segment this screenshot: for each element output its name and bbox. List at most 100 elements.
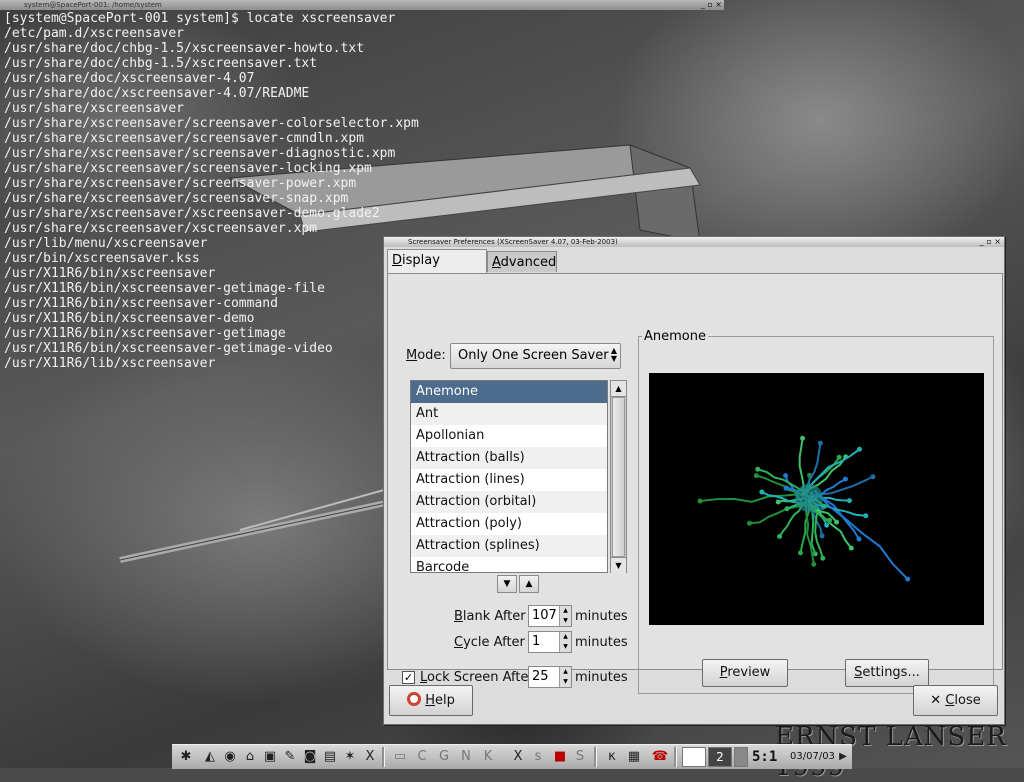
cycle-after-spinner[interactable]: 1 ▲ ▼: [528, 631, 572, 653]
blank-after-unit: minutes: [575, 609, 628, 624]
next-saver-button[interactable]: ▼: [497, 575, 517, 593]
anemone-tip: [783, 473, 789, 479]
anemone-tentacle: [798, 438, 805, 494]
editor-icon[interactable]: ✎: [280, 747, 300, 767]
dialog-titlebar[interactable]: Screensaver Preferences (XScreenSaver 4.…: [384, 237, 1004, 247]
preview-title: Anemone: [642, 329, 708, 344]
list-item[interactable]: Attraction (orbital): [411, 491, 607, 513]
screensaver-preferences-dialog: Screensaver Preferences (XScreenSaver 4.…: [383, 236, 1005, 725]
help-button[interactable]: Help: [389, 685, 473, 716]
blank-after-spinner[interactable]: 107 ▲ ▼: [528, 605, 572, 627]
clock-date[interactable]: 03/07/03: [790, 747, 835, 767]
cycle-after-unit: minutes: [575, 635, 628, 650]
anemone-tip: [824, 522, 830, 528]
anemone-tentacle: [813, 489, 909, 580]
anemone-tip: [819, 533, 825, 539]
phone-icon[interactable]: ☎: [650, 747, 670, 767]
s-task-icon[interactable]: S: [570, 747, 590, 767]
anemone-tip: [905, 576, 911, 582]
star-tool-icon[interactable]: ✶: [340, 747, 360, 767]
terminal-line: /usr/share/xscreensaver/screensaver-colo…: [4, 116, 419, 131]
workspace-3[interactable]: [734, 747, 748, 767]
k-tool-icon[interactable]: κ: [602, 747, 622, 767]
terminal-line: /usr/share/doc/xscreensaver-4.07/README: [4, 86, 310, 101]
monitor-icon[interactable]: ▣: [260, 747, 280, 767]
tab-advanced[interactable]: Advanced: [487, 251, 557, 272]
panel-separator: [382, 747, 385, 767]
list-item[interactable]: Barcode: [411, 557, 607, 572]
lock-screen-value: 25: [532, 669, 549, 684]
terminal-line: /usr/share/doc/xscreensaver-4.07: [4, 71, 255, 86]
blank-after-value: 107: [532, 608, 557, 623]
terminal-line: /usr/share/xscreensaver/xscreensaver.xpm: [4, 221, 318, 236]
scroll-up-icon[interactable]: ▲: [611, 381, 626, 397]
k-task-icon[interactable]: K: [478, 747, 498, 767]
dialog-title: Screensaver Preferences (XScreenSaver 4.…: [408, 238, 618, 246]
folder-task-icon[interactable]: ▭: [390, 747, 410, 767]
list-item[interactable]: Apollonian: [411, 425, 607, 447]
system-task-icon[interactable]: s: [528, 747, 548, 767]
dialog-window-buttons[interactable]: _ ▫ ×: [980, 237, 1001, 247]
anemone-tip: [846, 498, 852, 504]
xterm-task-icon[interactable]: Χ: [508, 747, 528, 767]
spinner-arrows-icon[interactable]: ▲ ▼: [559, 632, 571, 652]
n-task-icon[interactable]: N: [456, 747, 476, 767]
spinner-arrows-icon[interactable]: ▲ ▼: [559, 606, 571, 626]
display-modes-panel: Mode: Only One Screen Saver ▲ ▼ Anemone An…: [387, 273, 1003, 694]
terminal-titlebar[interactable]: system@SpacePort-001: /home/system _ ▫ ×: [0, 0, 724, 10]
anemone-tip: [797, 550, 803, 556]
settings-button[interactable]: Settings...: [845, 659, 929, 687]
anemone-tip: [842, 476, 848, 482]
anemone-tip: [755, 466, 761, 472]
list-item[interactable]: Attraction (balls): [411, 447, 607, 469]
anemone-tip: [812, 551, 818, 557]
preview-button[interactable]: Preview: [702, 659, 788, 687]
stop-task-icon[interactable]: ■: [550, 747, 570, 767]
saver-list-scrollbar[interactable]: ▲ ▼: [610, 380, 627, 573]
anemone-tip: [870, 474, 876, 480]
g-task-icon[interactable]: G: [434, 747, 454, 767]
list-item[interactable]: Attraction (splines): [411, 535, 607, 557]
panel-arrow-icon[interactable]: ▶: [836, 747, 850, 767]
clock-time: 5:1: [752, 749, 778, 765]
workspace-1[interactable]: [682, 747, 706, 767]
anemone-tip: [746, 520, 752, 526]
scroll-down-icon[interactable]: ▼: [611, 557, 626, 573]
anemone-tip: [856, 536, 862, 542]
panel-separator: [594, 747, 597, 767]
cycle-after-label: Cycle After: [454, 635, 525, 650]
main-menu-icon[interactable]: ✱: [176, 747, 196, 767]
home-icon[interactable]: ⌂: [240, 747, 260, 767]
close-button[interactable]: ✕ Close: [913, 685, 998, 716]
spinner-arrows-icon[interactable]: ▲ ▼: [559, 667, 571, 687]
lock-screen-spinner[interactable]: 25 ▲ ▼: [528, 666, 572, 688]
terminal-window-buttons[interactable]: _ ▫ ×: [701, 0, 722, 10]
anemone-tip: [784, 506, 790, 512]
mode-select-value: Only One Screen Saver: [458, 348, 609, 363]
camera-icon[interactable]: ◙: [300, 747, 320, 767]
terminal-line: [system@SpacePort-001 system]$ locate xs…: [4, 11, 396, 26]
list-item[interactable]: Ant: [411, 403, 607, 425]
workspace-current[interactable]: 2: [708, 747, 732, 767]
scrollbar-thumb[interactable]: [612, 397, 625, 557]
mozilla-icon[interactable]: ◭: [200, 747, 220, 767]
list-item[interactable]: Attraction (poly): [411, 513, 607, 535]
list-item[interactable]: Attraction (lines): [411, 469, 607, 491]
xterm-icon[interactable]: Χ: [360, 747, 380, 767]
terminal-line: /usr/share/doc/chbg-1.5/xscreensaver.txt: [4, 56, 318, 71]
c-task-icon[interactable]: C: [412, 747, 432, 767]
anemone-tip: [777, 533, 783, 539]
calendar-icon[interactable]: ▦: [624, 747, 644, 767]
email-icon[interactable]: ◉: [220, 747, 240, 767]
terminal-line: /usr/share/xscreensaver/screensaver-diag…: [4, 146, 396, 161]
terminal-line: /usr/share/xscreensaver/screensaver-cmnd…: [4, 131, 365, 146]
blank-after-label: Blank After: [454, 609, 526, 624]
lock-screen-checkbox[interactable]: ✓: [402, 671, 415, 684]
previous-saver-button[interactable]: ▲: [519, 575, 539, 593]
mode-select[interactable]: Only One Screen Saver ▲ ▼: [450, 343, 621, 369]
tab-display-modes[interactable]: Display Modes: [387, 249, 487, 290]
saver-list[interactable]: Anemone Ant Apollonian Attraction (balls) At…: [410, 380, 608, 573]
list-item[interactable]: Anemone: [411, 381, 607, 403]
print-icon[interactable]: ▤: [320, 747, 340, 767]
anemone-tip: [775, 499, 781, 505]
